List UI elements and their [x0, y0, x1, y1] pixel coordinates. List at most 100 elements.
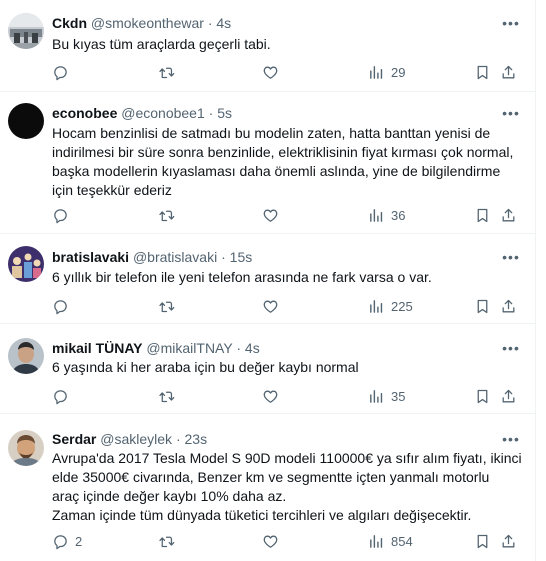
tweet[interactable]: Ckdn @smokeonthewar · 4s ••• Bu kıyas tü… [0, 0, 536, 92]
reply-count: 2 [75, 533, 83, 549]
bookmark-icon [477, 389, 488, 403]
reply-button[interactable]: 2 [52, 531, 82, 551]
like-button[interactable] [262, 205, 285, 225]
bookmark-icon [477, 208, 488, 222]
analytics-icon [370, 65, 383, 79]
view-count: 29 [391, 64, 406, 80]
tweet[interactable]: mikail TÜNAY @mikailTNAY · 4s ••• 6 yaşı… [0, 324, 536, 414]
heart-icon [263, 390, 278, 403]
timestamp[interactable]: 23s [185, 431, 208, 447]
more-options-icon[interactable]: ••• [502, 430, 520, 448]
avatar[interactable] [8, 430, 44, 466]
share-button[interactable] [500, 205, 517, 225]
like-button[interactable] [262, 386, 285, 406]
like-button[interactable] [262, 531, 285, 551]
more-options-icon[interactable]: ••• [502, 14, 520, 32]
views-button[interactable]: 854 [368, 531, 413, 551]
view-count: 35 [391, 388, 406, 404]
user-handle[interactable]: @econobee1 [121, 105, 205, 121]
reply-button[interactable] [52, 205, 75, 225]
avatar[interactable] [8, 13, 44, 49]
views-button[interactable]: 35 [368, 386, 405, 406]
tweet[interactable]: Serdar @sakleylek · 23s ••• Avrupa'da 20… [0, 414, 536, 561]
like-button[interactable] [262, 62, 285, 82]
retweet-icon [159, 301, 175, 312]
display-name[interactable]: Serdar [52, 431, 96, 447]
action-bar: 35 [52, 386, 524, 406]
more-options-icon[interactable]: ••• [502, 339, 520, 357]
retweet-button[interactable] [158, 531, 181, 551]
analytics-icon [370, 389, 383, 403]
bookmark-button[interactable] [474, 205, 491, 225]
heart-icon [263, 535, 278, 548]
bookmark-button[interactable] [474, 531, 491, 551]
avatar[interactable] [8, 103, 44, 139]
retweet-icon [159, 67, 175, 78]
retweet-button[interactable] [158, 296, 181, 316]
share-button[interactable] [500, 386, 517, 406]
avatar[interactable] [8, 338, 44, 374]
timestamp[interactable]: 5s [217, 105, 232, 121]
view-count: 225 [391, 298, 413, 314]
bookmark-button[interactable] [474, 386, 491, 406]
retweet-icon [159, 210, 175, 221]
user-handle[interactable]: @mikailTNAY [146, 340, 232, 356]
bookmark-icon [477, 299, 488, 313]
share-icon [502, 534, 515, 547]
retweet-button[interactable] [158, 205, 181, 225]
tweet-text: Hocam benzinlisi de satmadı bu modelin z… [52, 125, 514, 198]
timeline: Ckdn @smokeonthewar · 4s ••• Bu kıyas tü… [0, 0, 536, 561]
more-options-icon[interactable]: ••• [502, 248, 520, 266]
reply-button[interactable] [52, 296, 75, 316]
share-icon [502, 208, 515, 221]
analytics-icon [370, 534, 383, 548]
share-button[interactable] [500, 296, 517, 316]
views-button[interactable]: 36 [368, 205, 405, 225]
timestamp[interactable]: 15s [230, 249, 253, 265]
tweet-header: Ckdn @smokeonthewar · 4s [52, 14, 231, 32]
separator-dot: · [207, 15, 213, 31]
display-name[interactable]: bratislavaki [52, 249, 129, 265]
bookmark-icon [477, 65, 488, 79]
user-handle[interactable]: @smokeonthewar [91, 15, 204, 31]
tweet-text: 6 yıllık bir telefon ile yeni telefon ar… [52, 269, 432, 285]
user-handle[interactable]: @bratislavaki [133, 249, 217, 265]
share-icon [502, 65, 515, 78]
tweet-header: Serdar @sakleylek · 23s [52, 430, 207, 448]
bookmark-button[interactable] [474, 62, 491, 82]
tweet[interactable]: econobee @econobee1 · 5s ••• Hocam benzi… [0, 92, 536, 234]
retweet-icon [159, 391, 175, 402]
tweet-text: Bu kıyas tüm araçlarda geçerli tabi. [52, 36, 271, 52]
more-options-icon[interactable]: ••• [502, 104, 520, 122]
display-name[interactable]: Ckdn [52, 15, 87, 31]
retweet-button[interactable] [158, 62, 181, 82]
reply-icon [54, 299, 67, 314]
heart-icon [263, 300, 278, 313]
reply-button[interactable] [52, 62, 75, 82]
tweet-text: 6 yaşında ki her araba için bu değer kay… [52, 359, 359, 375]
analytics-icon [370, 208, 383, 222]
reply-icon [54, 65, 67, 80]
heart-icon [263, 66, 278, 79]
reply-icon [54, 534, 67, 549]
views-button[interactable]: 225 [368, 296, 413, 316]
timestamp[interactable]: 4s [216, 15, 231, 31]
reply-button[interactable] [52, 386, 75, 406]
timestamp[interactable]: 4s [245, 340, 260, 356]
user-handle[interactable]: @sakleylek [100, 431, 172, 447]
display-name[interactable]: econobee [52, 105, 117, 121]
avatar[interactable] [8, 246, 44, 282]
bookmark-icon [477, 534, 488, 548]
bookmark-button[interactable] [474, 296, 491, 316]
heart-icon [263, 209, 278, 222]
tweet[interactable]: bratislavaki @bratislavaki · 15s ••• 6 y… [0, 234, 536, 324]
views-button[interactable]: 29 [368, 62, 405, 82]
action-bar: 36 [52, 205, 524, 225]
retweet-button[interactable] [158, 386, 181, 406]
share-button[interactable] [500, 531, 517, 551]
display-name[interactable]: mikail TÜNAY [52, 340, 143, 356]
retweet-icon [159, 536, 175, 547]
like-button[interactable] [262, 296, 285, 316]
share-button[interactable] [500, 62, 517, 82]
reply-icon [54, 389, 67, 404]
